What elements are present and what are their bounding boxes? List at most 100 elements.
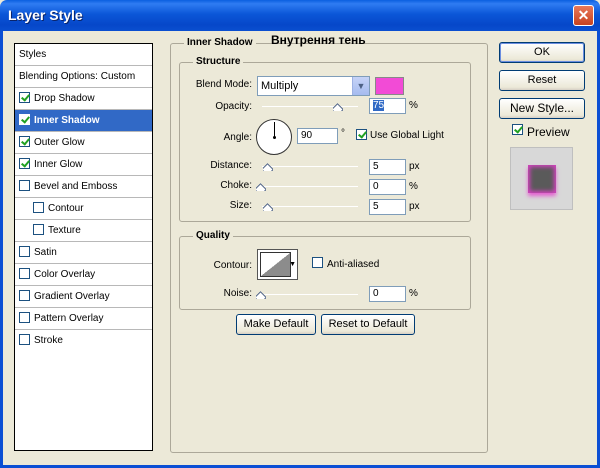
- use-global-light-checkbox[interactable]: [356, 129, 371, 141]
- style-item-outer-glow[interactable]: Outer Glow: [15, 132, 152, 154]
- style-item-inner-shadow[interactable]: Inner Shadow: [15, 110, 152, 132]
- choke-slider-thumb[interactable]: [256, 181, 266, 191]
- style-item-label: Gradient Overlay: [34, 291, 110, 302]
- angle-unit: °: [341, 128, 345, 139]
- style-item-label: Drop Shadow: [34, 93, 95, 104]
- window-title: Layer Style: [8, 7, 83, 23]
- style-item-texture[interactable]: Texture: [15, 220, 152, 242]
- checkbox-icon: [512, 124, 523, 135]
- style-item-bevel-and-emboss[interactable]: Bevel and Emboss: [15, 176, 152, 198]
- checkbox-icon[interactable]: [33, 201, 44, 213]
- style-item-label: Pattern Overlay: [34, 313, 104, 324]
- style-item-label: Bevel and Emboss: [34, 181, 118, 192]
- size-slider-track[interactable]: [262, 206, 358, 207]
- chevron-down-icon: ▼: [352, 77, 369, 95]
- style-item-pattern-overlay[interactable]: Pattern Overlay: [15, 308, 152, 330]
- distance-slider-thumb[interactable]: [262, 161, 273, 171]
- noise-unit: %: [409, 288, 418, 299]
- preview-label: Preview: [527, 125, 570, 139]
- style-item-drop-shadow[interactable]: Drop Shadow: [15, 88, 152, 110]
- checkbox-icon[interactable]: [19, 289, 30, 301]
- use-global-light-label: Use Global Light: [370, 130, 444, 141]
- title-bar[interactable]: Layer Style ✕: [0, 0, 600, 31]
- blend-mode-select[interactable]: Multiply ▼: [257, 76, 370, 96]
- style-item-label: Inner Shadow: [34, 115, 100, 126]
- noise-slider-track[interactable]: [262, 294, 358, 295]
- style-item-label: Inner Glow: [34, 159, 83, 170]
- angle-dial[interactable]: [256, 119, 292, 155]
- contour-picker[interactable]: ▼: [257, 249, 298, 280]
- checkbox-icon[interactable]: [19, 157, 30, 169]
- choke-slider-track[interactable]: [262, 186, 358, 187]
- angle-input[interactable]: 90: [297, 128, 338, 144]
- checkbox-icon: [356, 129, 367, 140]
- shadow-color-swatch[interactable]: [375, 77, 404, 95]
- distance-unit: px: [409, 161, 420, 172]
- style-item-label: Contour: [48, 203, 84, 214]
- inner-shadow-title: Inner Shadow: [184, 37, 256, 48]
- anti-aliased-label: Anti-aliased: [327, 259, 380, 270]
- checkbox-icon: [312, 257, 323, 268]
- annotation-text: Внутрення тень: [271, 33, 366, 47]
- checkbox-icon[interactable]: [19, 267, 30, 279]
- checkbox-icon[interactable]: [19, 245, 30, 257]
- style-item-contour[interactable]: Contour: [15, 198, 152, 220]
- angle-label: Angle:: [223, 132, 252, 143]
- distance-label: Distance:: [210, 160, 252, 171]
- opacity-label: Opacity:: [215, 101, 252, 112]
- checkbox-icon[interactable]: [19, 91, 30, 103]
- noise-slider-thumb[interactable]: [256, 289, 266, 299]
- reset-button[interactable]: Reset: [499, 70, 585, 91]
- style-item-gradient-overlay[interactable]: Gradient Overlay: [15, 286, 152, 308]
- blending-options-item[interactable]: Blending Options: Custom: [15, 66, 152, 88]
- styles-header[interactable]: Styles: [15, 44, 152, 66]
- style-item-label: Satin: [34, 247, 57, 258]
- distance-input[interactable]: 5: [369, 159, 406, 175]
- styles-list: Styles Blending Options: Custom Drop Sha…: [14, 43, 153, 451]
- size-unit: px: [409, 201, 420, 212]
- make-default-button[interactable]: Make Default: [236, 314, 316, 335]
- style-item-stroke[interactable]: Stroke: [15, 330, 152, 352]
- ok-button[interactable]: OK: [499, 42, 585, 63]
- style-item-label: Texture: [48, 225, 81, 236]
- checkbox-icon[interactable]: [19, 179, 30, 191]
- checkbox-icon[interactable]: [19, 135, 30, 147]
- preview-square: [528, 165, 556, 193]
- preview-thumbnail: [510, 147, 573, 210]
- checkbox-icon[interactable]: [33, 223, 44, 235]
- chevron-down-icon: ▼: [289, 261, 296, 268]
- blend-mode-label: Blend Mode:: [195, 79, 252, 90]
- reset-to-default-button[interactable]: Reset to Default: [321, 314, 415, 335]
- checkbox-icon[interactable]: [19, 113, 30, 125]
- opacity-slider-thumb[interactable]: [333, 101, 343, 111]
- noise-input[interactable]: 0: [369, 286, 406, 302]
- size-label: Size:: [229, 200, 252, 211]
- quality-title: Quality: [193, 230, 233, 241]
- checkbox-icon[interactable]: [19, 311, 30, 323]
- close-icon: ✕: [577, 7, 590, 23]
- contour-label: Contour:: [213, 260, 252, 271]
- noise-label: Noise:: [223, 288, 252, 299]
- blend-mode-value: Multiply: [261, 80, 299, 92]
- anti-aliased-checkbox[interactable]: [312, 257, 327, 269]
- structure-title: Structure: [193, 56, 244, 67]
- style-item-label: Stroke: [34, 335, 63, 346]
- opacity-input[interactable]: 75: [369, 98, 406, 114]
- opacity-unit: %: [409, 100, 418, 111]
- style-item-satin[interactable]: Satin: [15, 242, 152, 264]
- opacity-slider-track[interactable]: [262, 106, 358, 107]
- choke-input[interactable]: 0: [369, 179, 406, 195]
- close-button[interactable]: ✕: [573, 5, 594, 26]
- choke-label: Choke:: [220, 180, 252, 191]
- distance-slider-track[interactable]: [262, 166, 358, 167]
- choke-unit: %: [409, 181, 418, 192]
- style-item-label: Outer Glow: [34, 137, 85, 148]
- style-item-label: Color Overlay: [34, 269, 96, 280]
- style-item-color-overlay[interactable]: Color Overlay: [15, 264, 152, 286]
- style-item-inner-glow[interactable]: Inner Glow: [15, 154, 152, 176]
- preview-checkbox[interactable]: [512, 124, 527, 136]
- new-style-button[interactable]: New Style...: [499, 98, 585, 119]
- size-input[interactable]: 5: [369, 199, 406, 215]
- checkbox-icon[interactable]: [19, 333, 30, 345]
- size-slider-thumb[interactable]: [262, 201, 273, 211]
